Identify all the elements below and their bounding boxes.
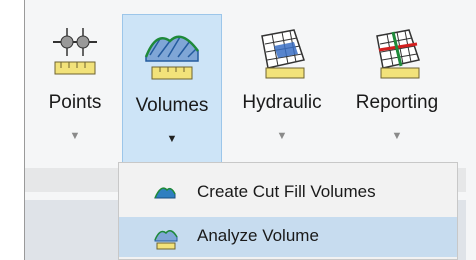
volumes-dropdown-menu: Create Cut Fill Volumes Analyze Volume — [118, 162, 458, 260]
analyze-volume-icon — [153, 226, 179, 255]
chevron-down-icon: ▼ — [69, 130, 81, 142]
chevron-down-icon: ▼ — [166, 133, 178, 145]
reporting-label: Reporting — [355, 92, 439, 113]
menu-item-analyze-volume[interactable]: Analyze Volume — [119, 217, 457, 257]
points-button[interactable]: Points ▼ — [36, 12, 114, 168]
hydraulic-icon — [254, 24, 310, 85]
hydraulic-button[interactable]: Hydraulic ▼ — [228, 12, 336, 168]
volumes-icon — [142, 27, 202, 88]
chevron-down-icon: ▼ — [391, 130, 403, 142]
volumes-label: Volumes — [135, 95, 209, 116]
reporting-button[interactable]: Reporting ▼ — [338, 12, 456, 168]
hydraulic-label: Hydraulic — [242, 92, 322, 113]
left-panel-edge — [0, 0, 25, 260]
menu-item-label: Analyze Volume — [197, 226, 319, 245]
reporting-icon — [369, 24, 425, 85]
points-label: Points — [48, 92, 102, 113]
right-panel-edge — [466, 0, 476, 260]
volumes-button[interactable]: Volumes ▼ — [122, 14, 222, 170]
points-icon — [51, 24, 99, 85]
chevron-down-icon: ▼ — [276, 130, 288, 142]
menu-item-label: Create Cut Fill Volumes — [197, 182, 376, 201]
menu-item-create-cut-fill-volumes[interactable]: Create Cut Fill Volumes — [119, 173, 457, 213]
cut-fill-icon — [153, 182, 177, 209]
